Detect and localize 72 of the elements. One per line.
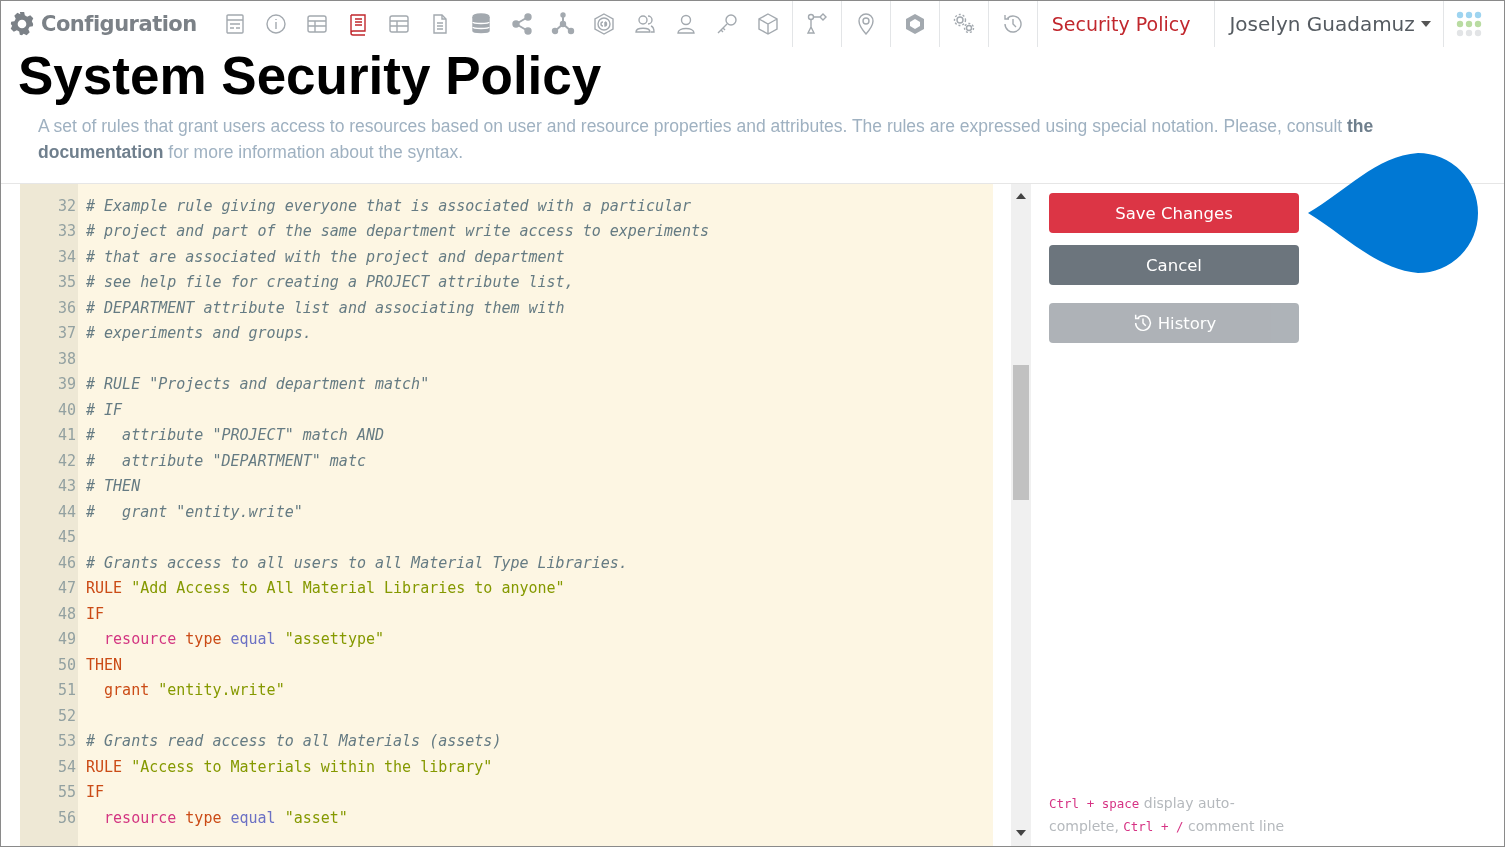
scroll-up-icon[interactable] bbox=[1016, 193, 1026, 199]
code-line: resource type equal "asset" bbox=[103, 808, 348, 827]
code-line: # attribute "PROJECT" match AND bbox=[85, 426, 384, 445]
cd-badge-icon[interactable] bbox=[591, 12, 616, 36]
code-line: # see help file for creating a PROJECT attribute list, bbox=[85, 273, 574, 292]
code-line: # Grants access to all users to all Material Type Libraries. bbox=[85, 553, 628, 572]
security-policy-tab[interactable]: Security Policy bbox=[1037, 1, 1216, 47]
code-line: # Example rule giving everyone that is associated with a particular bbox=[85, 196, 692, 215]
code-line: # grant "entity.write" bbox=[85, 502, 303, 521]
apps-grid-icon[interactable] bbox=[1455, 11, 1482, 37]
line-number: 33 bbox=[56, 222, 77, 241]
line-number: 51 bbox=[56, 681, 77, 700]
code-line: # RULE "Projects and department match" bbox=[85, 375, 430, 394]
code-line: # that are associated with the project and department bbox=[85, 247, 565, 266]
info-icon[interactable] bbox=[263, 12, 288, 36]
table-icon[interactable] bbox=[304, 12, 329, 36]
line-number: 56 bbox=[56, 808, 77, 827]
save-button[interactable]: Save Changes bbox=[1049, 193, 1299, 233]
line-number: 32 bbox=[56, 196, 77, 215]
code-line: # project and part of the same department write access to experiments bbox=[85, 222, 710, 241]
code-line: resource type equal "assettype" bbox=[103, 630, 385, 649]
page-title: System Security Policy bbox=[17, 47, 603, 105]
keyboard-hint: Ctrl + space display auto-complete, Ctrl + / comment line bbox=[1049, 794, 1286, 836]
scroll-down-icon[interactable] bbox=[1016, 830, 1026, 836]
code-line: # DEPARTMENT attribute list and associating them with bbox=[85, 298, 565, 317]
line-number: 48 bbox=[56, 604, 77, 623]
branch-icon[interactable] bbox=[804, 12, 829, 36]
code-line: # THEN bbox=[85, 477, 141, 496]
network-icon[interactable] bbox=[550, 12, 575, 36]
line-number: 38 bbox=[56, 349, 77, 368]
users-icon[interactable] bbox=[632, 12, 657, 36]
line-number: 44 bbox=[56, 502, 77, 521]
line-number: 43 bbox=[56, 477, 77, 496]
caret-icon bbox=[1420, 21, 1431, 27]
scrollbar-thumb[interactable] bbox=[1013, 365, 1029, 500]
code-line: # Grants read access to all Materials (assets) bbox=[85, 732, 502, 751]
line-number: 53 bbox=[56, 732, 77, 751]
line-number: 41 bbox=[56, 426, 77, 445]
line-number: 40 bbox=[56, 400, 77, 419]
brand-title[interactable]: Configuration bbox=[41, 12, 197, 36]
table-icon[interactable] bbox=[386, 12, 411, 36]
line-number: 55 bbox=[56, 783, 77, 802]
share-icon[interactable] bbox=[509, 12, 534, 36]
line-number: 36 bbox=[56, 298, 77, 317]
gear-icon bbox=[9, 11, 35, 37]
line-number: 34 bbox=[56, 247, 77, 266]
code-line: # attribute "DEPARTMENT" matc bbox=[85, 451, 366, 470]
code-line: THEN bbox=[85, 655, 123, 674]
code-editor[interactable] bbox=[20, 184, 993, 846]
line-number: 39 bbox=[56, 375, 77, 394]
line-number: 42 bbox=[56, 451, 77, 470]
user-menu[interactable]: Joselyn Guadamuz bbox=[1215, 1, 1444, 47]
cancel-button[interactable]: Cancel bbox=[1049, 245, 1299, 285]
code-line: IF bbox=[85, 604, 105, 623]
code-line: RULE "Add Access to All Material Libraries to anyone" bbox=[85, 579, 565, 598]
line-number: 50 bbox=[56, 655, 77, 674]
line-number: 46 bbox=[56, 553, 77, 572]
cube-icon[interactable] bbox=[755, 12, 780, 36]
line-number: 45 bbox=[56, 528, 77, 547]
line-number: 37 bbox=[56, 324, 77, 343]
line-number: 54 bbox=[56, 757, 77, 776]
line-number: 52 bbox=[56, 706, 77, 725]
code-line: # IF bbox=[85, 400, 123, 419]
code-line: # experiments and groups. bbox=[85, 324, 312, 343]
gears-icon[interactable] bbox=[951, 12, 976, 36]
line-number: 47 bbox=[56, 579, 77, 598]
code-line: RULE "Access to Materials within the library" bbox=[85, 757, 493, 776]
line-number: 35 bbox=[56, 273, 77, 292]
code-line: IF bbox=[85, 783, 105, 802]
scrollbar[interactable] bbox=[1011, 184, 1031, 846]
line-number: 49 bbox=[56, 630, 77, 649]
code-line: grant "entity.write" bbox=[103, 681, 285, 700]
